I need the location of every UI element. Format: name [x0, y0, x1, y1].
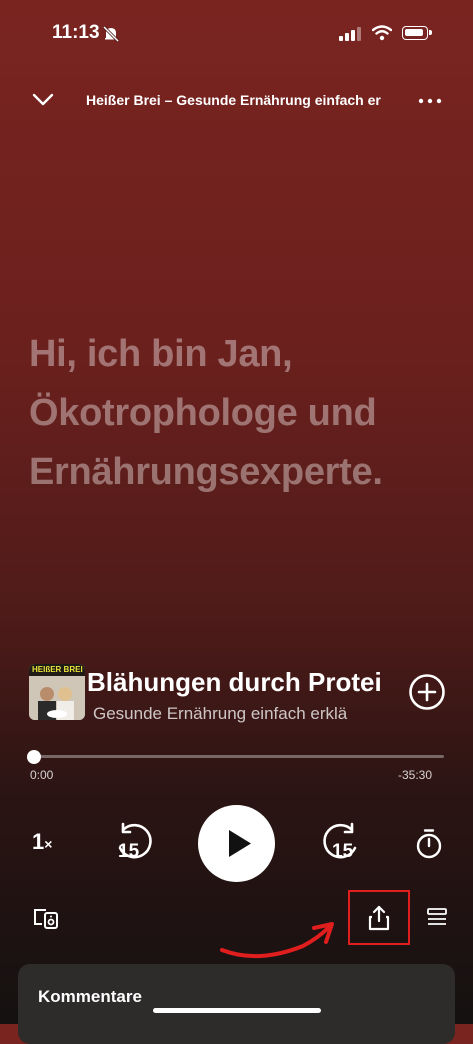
episode-title[interactable]: Blähungen durch Protei: [87, 667, 384, 698]
status-time: 11:13: [52, 22, 100, 43]
connect-device-icon[interactable]: [33, 907, 59, 929]
play-button[interactable]: [198, 805, 275, 882]
add-circle-icon[interactable]: [408, 673, 446, 711]
chevron-down-icon[interactable]: [32, 92, 54, 108]
annotation-arrow: [220, 922, 334, 959]
mute-bell-icon: [102, 26, 120, 42]
share-icon[interactable]: [367, 905, 391, 931]
wifi-icon: [372, 25, 392, 41]
rewind-15-button[interactable]: 15: [113, 822, 157, 866]
play-icon: [229, 830, 251, 857]
transcript-text: Hi, ich bin Jan, Ökotrophologe und Ernäh…: [29, 333, 383, 493]
home-indicator[interactable]: [153, 1008, 321, 1013]
elapsed-time: 0:00: [30, 768, 54, 782]
rewind-seconds: 15: [118, 841, 140, 862]
episode-show-name[interactable]: Gesunde Ernährung einfach erklä: [93, 704, 383, 724]
signal-icon: [339, 27, 361, 41]
progress-knob[interactable]: [27, 750, 41, 764]
comments-label[interactable]: Kommentare: [38, 987, 142, 1007]
more-icon[interactable]: [418, 98, 442, 104]
forward-15-button[interactable]: 15: [318, 822, 362, 866]
episode-artwork: HEIßER BREI: [29, 664, 85, 720]
playback-speed-button[interactable]: 1×: [32, 829, 52, 855]
progress-bar[interactable]: [34, 755, 444, 758]
speed-value: 1: [32, 829, 45, 854]
battery-icon: [402, 26, 432, 40]
queue-icon[interactable]: [426, 907, 448, 927]
remaining-time: -35:30: [398, 768, 433, 782]
speed-suffix: ×: [44, 836, 53, 852]
forward-seconds: 15: [332, 841, 354, 862]
sleep-timer-icon[interactable]: [414, 828, 444, 860]
show-title[interactable]: Heißer Brei – Gesunde Ernährung einfach …: [86, 92, 398, 108]
